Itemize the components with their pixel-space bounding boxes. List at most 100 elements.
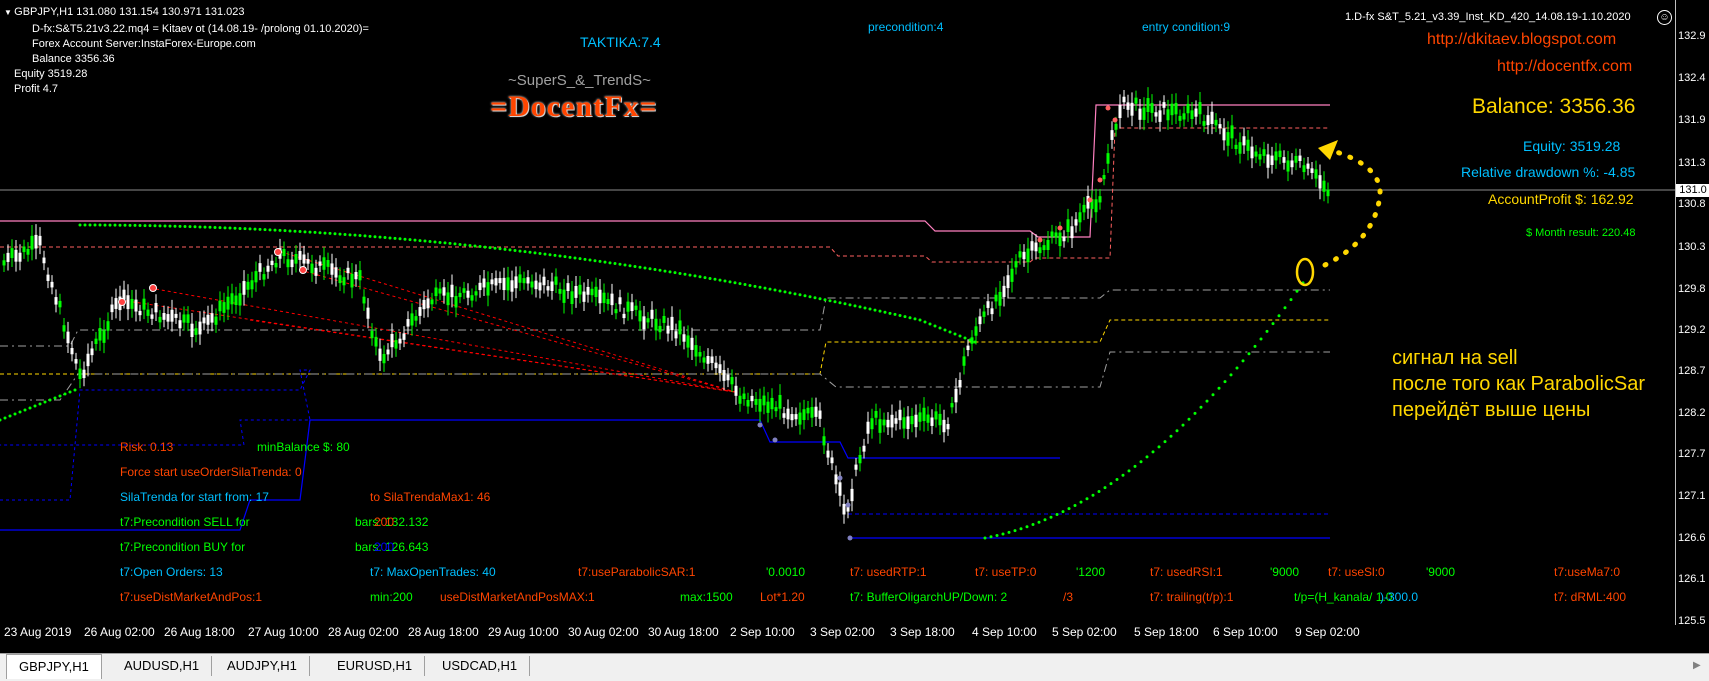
candle-body xyxy=(1002,285,1006,297)
blog-link[interactable]: http://dkitaev.blogspot.com xyxy=(1427,31,1616,49)
param-label: '9000 xyxy=(1426,565,1455,579)
time-label: 5 Sep 02:00 xyxy=(1052,625,1117,639)
sar-dot xyxy=(808,295,812,299)
candle-body xyxy=(502,277,506,291)
price-tick: 128.2 xyxy=(1678,407,1706,419)
chart-tab[interactable]: AUDJPY,H1 xyxy=(215,656,310,676)
param-label: t7:useMa7:0 xyxy=(1554,565,1621,579)
candle-body xyxy=(114,298,118,309)
param-label: t7:useDistMarketAndPos:1 xyxy=(120,590,263,604)
candle-body xyxy=(430,299,434,305)
price-tick: 127.1 xyxy=(1678,490,1706,502)
candle-body xyxy=(1098,196,1102,203)
sar-dot xyxy=(273,228,277,232)
chart-tab[interactable]: EURUSD,H1 xyxy=(325,656,426,676)
sar-dot xyxy=(328,231,332,235)
candle-body xyxy=(1266,154,1270,168)
candle-body xyxy=(1234,144,1238,150)
sar-dot xyxy=(793,292,797,296)
candle-body xyxy=(238,293,242,306)
candle-body xyxy=(254,271,258,283)
sell-signal-marker xyxy=(299,266,307,274)
tab-scroll-right-icon[interactable]: ▶ xyxy=(1693,660,1705,672)
site-link[interactable]: http://docentfx.com xyxy=(1497,58,1632,76)
candle-body xyxy=(882,419,886,426)
server-line: Forex Account Server:InstaForex-Europe.c… xyxy=(32,38,256,50)
candle-body xyxy=(1030,241,1034,251)
sar-dot xyxy=(73,388,77,392)
sar-dot xyxy=(928,322,932,326)
current-price-tag: 131.0 xyxy=(1676,184,1709,197)
sar-dot xyxy=(803,294,807,298)
candle-body xyxy=(1158,110,1162,122)
sar-dot xyxy=(728,280,732,284)
param-label: )-300.0 xyxy=(1380,590,1419,604)
candle-body xyxy=(522,278,526,284)
sar-dot xyxy=(1091,493,1095,497)
sar-dot xyxy=(203,225,207,229)
chart-tab[interactable]: USDCAD,H1 xyxy=(430,656,531,676)
sar-dot xyxy=(1103,486,1107,490)
candle-body xyxy=(1018,251,1022,258)
candle-body xyxy=(414,316,418,321)
chart-tab-bar: GBPJPY,H1 AUDUSD,H1 AUDJPY,H1 EURUSD,H1 USDC… xyxy=(0,653,1709,681)
candle-body xyxy=(762,395,766,406)
candle-body xyxy=(1246,139,1250,151)
param-label: '9000 xyxy=(1270,565,1299,579)
smiley-icon[interactable]: ☺ xyxy=(1657,10,1672,25)
price-axis[interactable]: 132.9 132.4 131.9 131.3 130.8 130.3 129.8 129.2… xyxy=(1675,0,1709,627)
candle-body xyxy=(798,412,802,425)
candle-body xyxy=(1014,261,1018,268)
candle-body xyxy=(774,407,778,412)
chart-menu-triangle-icon[interactable]: ▼ xyxy=(4,8,14,17)
sar-dot xyxy=(1127,469,1131,473)
precondition-buy-overlay: 200 xyxy=(374,540,395,554)
sar-dot xyxy=(863,306,867,310)
sar-dot xyxy=(1139,460,1143,464)
price-tick: 127.7 xyxy=(1678,448,1706,460)
sar-dot xyxy=(1037,520,1041,524)
price-tick: 131.3 xyxy=(1678,157,1706,169)
sar-dot xyxy=(903,315,907,319)
param-label: t7: BufferOligarchUP/Down: 2 xyxy=(850,590,1008,604)
price-chart[interactable] xyxy=(0,0,1675,625)
candle-body xyxy=(314,267,318,276)
param-label: t/p=(H_kanala/ 1.0 xyxy=(1294,590,1393,604)
candle-body xyxy=(58,300,62,308)
candle-body xyxy=(834,474,838,485)
candle-body xyxy=(222,302,226,313)
candle-body xyxy=(1250,146,1254,159)
candle-body xyxy=(598,289,602,304)
candle-body xyxy=(694,345,698,357)
sar-dot xyxy=(308,230,312,234)
candle-body xyxy=(714,362,718,369)
time-axis[interactable]: 23 Aug 2019 26 Aug 02:00 26 Aug 18:00 27 Au… xyxy=(0,625,1675,640)
sar-dot xyxy=(318,231,322,235)
sar-dot xyxy=(688,273,692,277)
candle-body xyxy=(734,385,738,396)
candle-body xyxy=(1198,102,1202,115)
candle-body xyxy=(1130,102,1134,116)
candle-body xyxy=(1010,268,1014,282)
price-tick: 128.7 xyxy=(1678,365,1706,377)
candle-body xyxy=(294,253,298,264)
sar-dot xyxy=(493,246,497,250)
candle-body xyxy=(1058,232,1062,247)
candle-body xyxy=(534,280,538,290)
candle-body xyxy=(690,337,694,350)
sar-dot xyxy=(663,269,667,273)
candle-body xyxy=(782,413,786,418)
chart-tab[interactable]: GBPJPY,H1 xyxy=(6,654,102,679)
sar-dot xyxy=(228,226,232,230)
candle-body xyxy=(642,316,646,330)
param-label: t7:Open Orders: 13 xyxy=(120,565,223,579)
candle-body xyxy=(822,436,826,446)
chart-area[interactable]: ▼ GBPJPY,H1 131.080 131.154 130.971 131.… xyxy=(0,0,1675,625)
time-label: 2 Sep 10:00 xyxy=(730,625,795,639)
candle-body xyxy=(622,313,626,319)
candle-body xyxy=(1114,123,1118,130)
candle-body xyxy=(1110,130,1114,140)
chart-tab[interactable]: AUDUSD,H1 xyxy=(112,656,213,676)
sar-dot xyxy=(423,239,427,243)
sar-dot xyxy=(538,251,542,255)
